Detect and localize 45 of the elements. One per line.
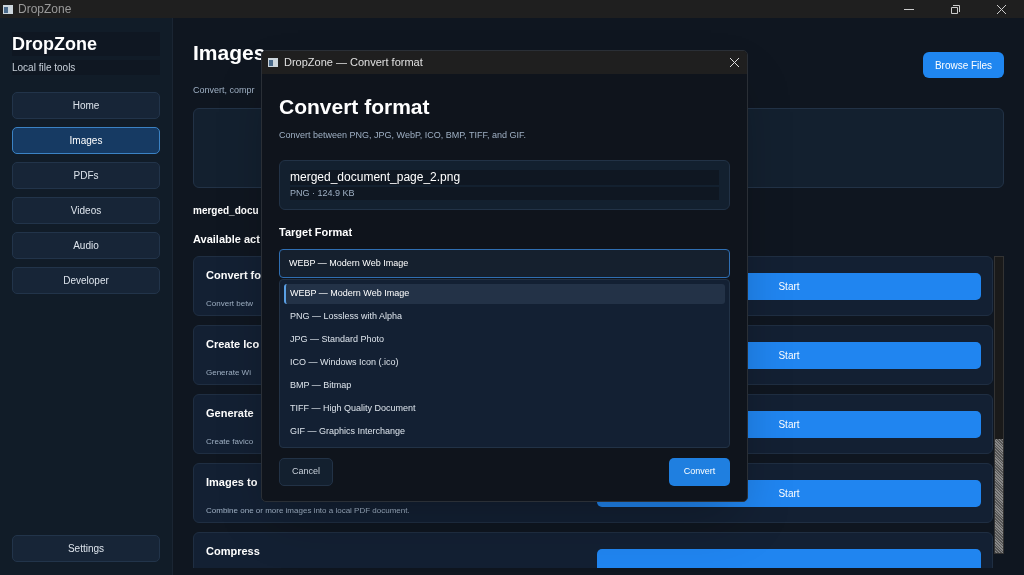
browse-files-button[interactable]: Browse Files	[923, 52, 1004, 78]
restore-icon	[950, 4, 960, 14]
minimize-icon	[904, 8, 914, 10]
nav-item[interactable]: Developer	[12, 267, 160, 294]
nav-item[interactable]: PDFs	[12, 162, 160, 189]
close-icon	[729, 58, 739, 67]
action-description: Generate Wi	[206, 368, 251, 378]
dialog-heading: Convert format	[279, 94, 431, 120]
action-title: Images to	[206, 475, 258, 489]
tagline: Local file tools	[12, 60, 160, 75]
start-button[interactable]	[597, 548, 981, 568]
nav-item[interactable]: Home	[12, 92, 160, 119]
dropdown-option[interactable]: PNG — Lossless with Alpha	[284, 307, 725, 327]
file-name: merged_document_page_2.png	[290, 169, 719, 185]
action-title: Convert fo	[206, 268, 261, 282]
nav-item[interactable]: Images	[12, 127, 160, 154]
scrollbar[interactable]	[994, 256, 1004, 554]
app-icon	[268, 58, 278, 67]
dropdown-option[interactable]: BMP — Bitmap	[284, 376, 725, 396]
action-description: Create favico	[206, 437, 254, 447]
dialog-description: Convert between PNG, JPG, WebP, ICO, BMP, TIFF, and GIF.	[279, 129, 527, 142]
cancel-button[interactable]: Cancel	[279, 458, 333, 486]
convert-button[interactable]: Convert	[669, 458, 730, 486]
app-icon	[3, 4, 13, 14]
format-select[interactable]: WEBP — Modern Web Image	[279, 249, 730, 278]
nav-item[interactable]: Settings	[12, 535, 160, 562]
nav-item[interactable]: Audio	[12, 232, 160, 259]
page-subtitle: Convert, compr	[193, 84, 256, 97]
dialog-title: DropZone — Convert format	[284, 55, 423, 71]
section-heading: Available act	[193, 231, 260, 247]
action-title: Compress	[206, 544, 260, 558]
file-name: merged_docu	[193, 203, 259, 218]
dropdown-option[interactable]: WEBP — Modern Web Image	[284, 284, 725, 304]
action-description: Combine one or more images into a local PDF document.	[206, 506, 410, 516]
field-label: Target Format	[279, 224, 354, 240]
page-title: Images	[193, 40, 266, 66]
nav-item[interactable]: Videos	[12, 197, 160, 224]
file-meta: PNG · 124.9 KB	[290, 186, 719, 200]
app-name: DropZone	[12, 32, 160, 56]
close-button[interactable]	[727, 55, 741, 70]
action-title: Generate	[206, 406, 254, 420]
close-icon	[996, 4, 1006, 14]
window-title: DropZone	[18, 1, 72, 18]
action-title: Create Ico	[206, 337, 260, 351]
action-description: Convert betw	[206, 299, 254, 309]
